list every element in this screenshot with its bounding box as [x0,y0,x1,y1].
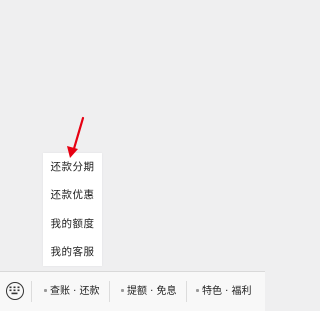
chat-content-area [0,0,265,271]
menu-indicator-icon [121,288,124,292]
menu-indicator-icon [196,288,199,292]
submenu-item-credit-limit[interactable]: 我的额度 [43,210,102,238]
menu-divider [31,281,32,302]
menu-indicator-icon [44,288,47,292]
bottom-menu-bar: 查账 · 还款 提额 · 免息 特色 · 福利 [0,271,265,311]
submenu-item-discount[interactable]: 还款优惠 [43,181,102,209]
menu-divider [186,281,187,302]
tab-limit-interest-free[interactable]: 提额 · 免息 [121,272,177,311]
menu-divider [109,281,110,302]
red-arrow-icon [67,116,85,158]
keyboard-icon [9,286,20,295]
tab-label: 提额 · 免息 [127,286,177,297]
keyboard-toggle-button[interactable] [6,282,24,300]
tab-label: 查账 · 还款 [50,286,100,297]
tab-label: 特色 · 福利 [202,286,252,297]
submenu-popup: 还款分期 还款优惠 我的额度 我的客服 [43,153,102,266]
submenu-item-customer-service[interactable]: 我的客服 [43,238,102,266]
tab-features-benefits[interactable]: 特色 · 福利 [196,272,252,311]
tab-bill-repayment[interactable]: 查账 · 还款 [44,272,100,311]
